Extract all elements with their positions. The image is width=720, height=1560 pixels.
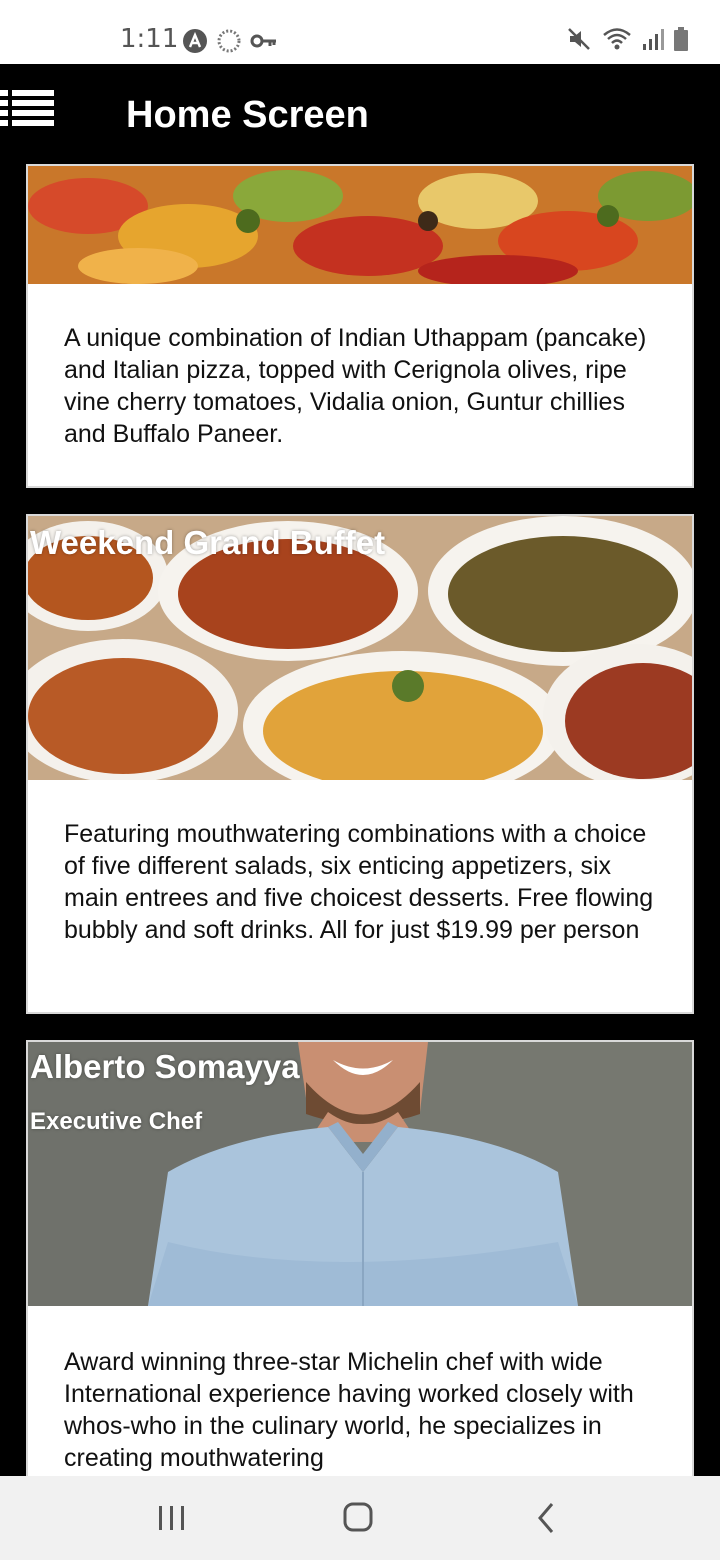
app-bar: Home Screen	[0, 64, 720, 164]
card-title: Weekend Grand Buffet	[30, 524, 386, 561]
pizza-image	[28, 166, 692, 284]
back-icon[interactable]	[516, 1496, 576, 1540]
navigation-bar	[0, 1476, 720, 1560]
card-description: A unique combination of Indian Uthappam …	[64, 324, 647, 448]
status-bar: 1:11	[0, 0, 720, 64]
battery-icon	[674, 27, 688, 51]
card-description: Award winning three-star Michelin chef w…	[64, 1348, 634, 1472]
recent-apps-icon[interactable]	[142, 1496, 202, 1540]
sync-icon	[217, 29, 241, 53]
card-weekend-buffet[interactable]: Weekend Grand Buffet Featuring mouthwate…	[26, 514, 694, 1014]
signal-icon	[643, 29, 664, 50]
wifi-icon	[603, 28, 631, 50]
card-title: Alberto Somayya	[30, 1048, 300, 1085]
card-description: Featuring mouthwatering combinations wit…	[64, 820, 654, 944]
home-icon[interactable]	[328, 1496, 388, 1540]
chef-image: Alberto Somayya Executive Chef	[28, 1042, 692, 1306]
card-uthappam-pizza[interactable]: A unique combination of Indian Uthappam …	[26, 164, 694, 488]
mute-icon	[568, 28, 590, 50]
page-title: Home Screen	[126, 94, 369, 136]
card-subtitle: Executive Chef	[30, 1108, 203, 1135]
card-executive-chef[interactable]: Alberto Somayya Executive Chef Award win…	[26, 1040, 694, 1476]
buffet-image: Weekend Grand Buffet	[28, 516, 692, 780]
status-time: 1:11	[120, 24, 179, 54]
key-icon	[250, 34, 276, 48]
hamburger-menu-icon[interactable]	[0, 88, 56, 136]
card-list[interactable]: A unique combination of Indian Uthappam …	[0, 164, 720, 1476]
a-circle-icon	[183, 29, 207, 53]
